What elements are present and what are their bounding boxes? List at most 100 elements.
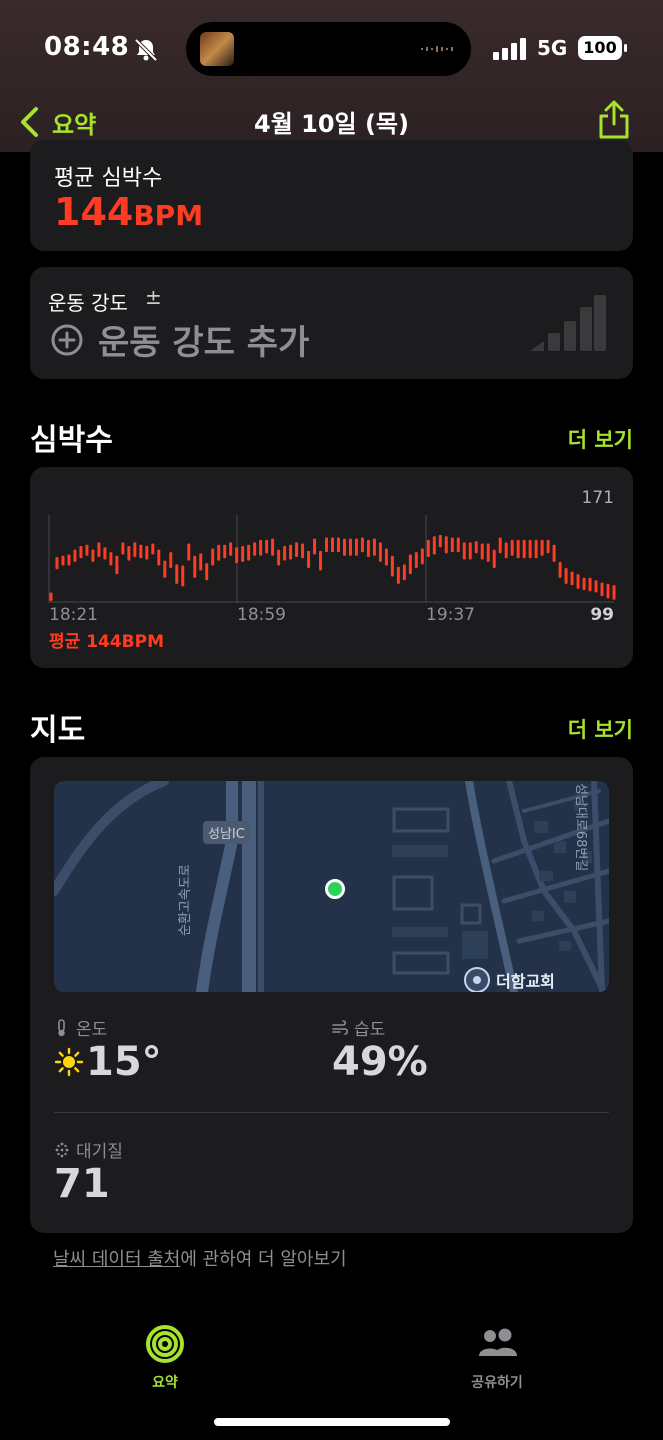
chart-bar-68: [456, 537, 460, 553]
share-icon[interactable]: [597, 100, 631, 140]
silent-bell-icon: [134, 38, 158, 62]
chart-bar-45: [319, 550, 323, 571]
chart-bar-64: [432, 536, 436, 555]
chart-bar-73: [486, 543, 490, 562]
chart-bar-47: [331, 537, 334, 553]
plus-circle-icon: [51, 324, 83, 355]
chart-bar-5: [79, 546, 83, 559]
audio-wave-icon: [421, 46, 453, 52]
temperature-label: 온도: [76, 1020, 108, 1040]
chart-bar-77: [510, 539, 514, 556]
avg-heart-rate-unit: BPM: [133, 199, 204, 232]
chart-bar-93: [606, 583, 610, 599]
activity-rings-icon: [146, 1325, 184, 1363]
chart-bar-29: [223, 544, 227, 559]
effort-plus-minus: ±: [145, 285, 162, 309]
tab-summary[interactable]: 요약: [135, 1324, 195, 1392]
chart-x-tick-2: 19:37: [426, 605, 475, 625]
chart-bar-90: [588, 577, 592, 592]
effort-meter-icon: [530, 295, 606, 351]
chart-ymax-label: 171: [582, 488, 614, 508]
dynamic-island[interactable]: [186, 22, 471, 76]
heart-rate-chart-card[interactable]: 18:21 18:59 19:37 171 99 평균 144BPM: [30, 467, 633, 668]
chart-bar-33: [247, 544, 251, 561]
chart-bar-34: [253, 542, 257, 556]
chart-bar-78: [516, 539, 520, 559]
location-dot: [325, 879, 345, 899]
avg-heart-rate-value: 144BPM: [54, 190, 203, 234]
chart-bar-66: [444, 536, 448, 554]
home-indicator[interactable]: [214, 1418, 450, 1426]
chart-bar-12: [121, 542, 125, 555]
chart-bar-31: [235, 547, 239, 564]
chart-bar-89: [582, 577, 586, 590]
chart-bar-59: [402, 564, 406, 581]
chart-bar-15: [139, 544, 143, 559]
map-poi[interactable]: 더함교회: [464, 967, 555, 992]
weather-source-note: 날씨 데이터 출처에 관하여 더 알아보기: [53, 1245, 347, 1271]
battery-icon: 100: [578, 36, 627, 60]
chart-bar-88: [576, 574, 580, 589]
chart-x-tick-1: 18:59: [237, 605, 286, 625]
weather-source-rest: 에 관하여 더 알아보기: [180, 1249, 347, 1270]
chart-bar-10: [109, 552, 113, 566]
chart-bar-50: [348, 538, 352, 556]
avg-heart-rate-label: 평균 심박수: [54, 166, 163, 191]
chart-bar-46: [325, 537, 329, 553]
chart-bar-13: [127, 546, 131, 561]
humidity-label-row: 습도: [332, 1015, 385, 1040]
chart-bar-72: [480, 543, 484, 560]
chart-bar-75: [498, 537, 502, 554]
chart-bar-85: [558, 561, 562, 578]
tab-sharing-label: 공유하기: [471, 1375, 523, 1391]
air-quality-label: 대기질: [76, 1142, 123, 1162]
chart-bar-63: [426, 539, 430, 557]
tab-sharing[interactable]: 공유하기: [462, 1324, 532, 1392]
effort-card[interactable]: 운동 강도 ± 운동 강도 추가: [30, 267, 633, 379]
effort-label: 운동 강도: [48, 291, 128, 315]
weather-source-link[interactable]: 날씨 데이터 출처: [53, 1249, 180, 1270]
chart-x-tick-0: 18:21: [49, 605, 98, 625]
cellular-signal-icon: [493, 38, 526, 60]
thermometer-icon: [58, 1018, 65, 1036]
chart-bar-1: [55, 557, 59, 570]
chart-bar-2: [61, 555, 65, 566]
map-label-interchange: 성남IC: [203, 821, 250, 844]
chart-bar-83: [546, 539, 550, 554]
chart-bar-79: [522, 539, 526, 559]
chart-bar-43: [307, 550, 311, 568]
map-label-road2: 성남대로68번길: [573, 783, 588, 872]
chart-ymin-label: 99: [590, 605, 614, 625]
chart-bar-36: [265, 539, 269, 554]
chart-bar-74: [492, 549, 496, 568]
chart-bar-26: [205, 563, 209, 581]
heart-rate-more-button[interactable]: 더 보기: [568, 424, 633, 454]
chart-bar-61: [414, 552, 418, 568]
chart-bar-25: [199, 553, 203, 571]
add-effort-button[interactable]: 운동 강도 추가: [50, 315, 309, 364]
chart-bar-49: [342, 538, 346, 556]
heart-rate-avg-label: 평균 144BPM: [49, 632, 165, 652]
chart-bar-76: [504, 542, 508, 559]
chart-bar-19: [163, 560, 167, 578]
weather-divider: [54, 1112, 609, 1113]
chart-bar-35: [259, 539, 263, 556]
page-title: 4월 10일 (목): [254, 110, 409, 138]
map-section-title: 지도: [30, 713, 86, 748]
chart-bar-22: [181, 565, 185, 587]
air-quality-label-row: 대기질: [54, 1137, 123, 1162]
chart-bar-37: [271, 538, 275, 556]
chart-bar-62: [420, 548, 424, 565]
chart-bar-24: [193, 555, 197, 578]
temperature-label-row: 온도: [54, 1015, 107, 1040]
chart-bar-42: [301, 543, 305, 559]
route-map[interactable]: 성남IC 순환고속도로 성남대로68번길 더함교회: [54, 781, 609, 992]
chart-bar-17: [151, 543, 155, 555]
chart-bar-51: [354, 538, 358, 556]
map-more-button[interactable]: 더 보기: [568, 714, 633, 744]
chart-bar-0: [49, 592, 53, 601]
sun-icon: [54, 1047, 84, 1077]
chart-bar-28: [217, 544, 221, 561]
chart-bar-32: [241, 546, 245, 562]
chart-bar-8: [97, 542, 101, 557]
